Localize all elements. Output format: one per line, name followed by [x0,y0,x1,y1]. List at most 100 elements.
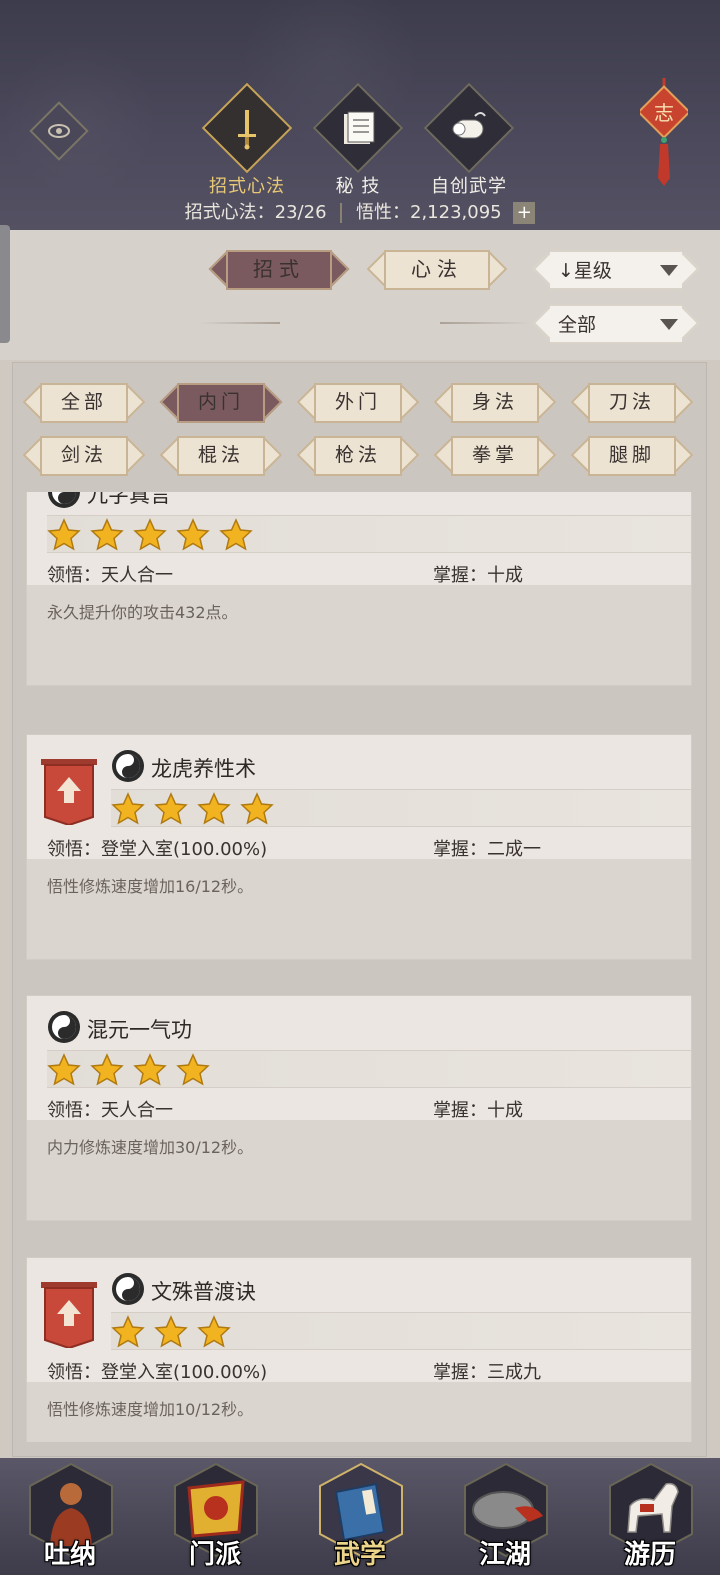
skill-description: 内力修炼速度增加30/12秒。 [47,1138,254,1157]
add-insight-button[interactable]: + [513,202,536,224]
star-icon [197,1315,231,1348]
category-label: 全部 [60,391,107,413]
chevron-down-icon [660,265,678,276]
skill-card[interactable]: 文殊普渡诀 领悟：登堂入室(100.00%) 掌握：三成九 悟性修炼速度增加10… [26,1257,692,1442]
nav-sect[interactable]: 门派 [165,1458,265,1575]
star-icon [47,518,81,551]
category-label: 枪法 [334,444,381,466]
nav-label: 江湖 [478,1540,531,1570]
star-icon [219,518,253,551]
category-inner[interactable]: 内门 [159,383,283,423]
category-blade[interactable]: 刀法 [570,383,694,423]
upgrade-banner-icon[interactable] [41,1282,97,1348]
category-outer[interactable]: 外门 [296,383,420,423]
moves-count: 招式心法：23/26 [184,202,327,223]
category-label: 刀法 [608,391,655,413]
star-rating [47,1050,691,1088]
star-icon [133,518,167,551]
star-icon [133,1053,167,1086]
category-movement[interactable]: 身法 [433,383,557,423]
star-icon [154,1315,188,1348]
tab-self-created[interactable]: 自创武学 [423,82,515,198]
skill-description: 悟性修炼速度增加16/12秒。 [47,877,254,896]
nav-breathing[interactable]: 吐纳 [20,1458,120,1575]
category-label: 棍法 [197,444,244,466]
comprehension-label: 领悟：登堂入室(100.00%) [47,839,268,860]
star-icon [47,1053,81,1086]
skill-name: 九字真言 [87,492,171,507]
tab-label: 招式心法 [209,176,285,197]
chinese-knot-icon[interactable]: 志 [640,78,688,188]
comprehension-label: 领悟：天人合一 [47,565,173,586]
side-handle[interactable] [0,225,10,343]
star-rating [111,1312,691,1350]
mastery-label: 掌握：十成 [433,565,523,586]
stats-line: 招式心法：23/26 悟性：2,123,095 + [0,198,720,224]
ornament-divider [200,322,280,324]
category-label: 外门 [334,391,381,413]
header-bar: 招式心法 秘 技 自创武学 志 招式心法：23/26 悟性：2,123,095 … [0,0,720,230]
nav-label: 吐纳 [43,1540,96,1570]
filter-dropdown[interactable]: 全部 [532,304,700,344]
yin-yang-icon [112,1273,144,1305]
comprehension-label: 领悟：天人合一 [47,1100,173,1121]
category-fist-palm[interactable]: 拳掌 [433,436,557,476]
skill-list[interactable]: 九字真言 领悟：天人合一 掌握：十成 永久提升你的攻击432点。 龙虎养性术 领… [26,492,692,1442]
star-icon [176,1053,210,1086]
ornament-divider [440,322,530,324]
category-spear[interactable]: 枪法 [296,436,420,476]
mastery-label: 掌握：二成一 [433,839,541,860]
tab-label: 秘 技 [335,176,381,197]
category-label: 腿脚 [608,444,655,466]
star-icon [240,792,274,825]
nav-travel[interactable]: 游历 [600,1458,700,1575]
category-label: 内门 [197,391,244,413]
scroll-icon [423,82,515,174]
mastery-label: 掌握：十成 [433,1100,523,1121]
skill-card[interactable]: 龙虎养性术 领悟：登堂入室(100.00%) 掌握：二成一 悟性修炼速度增加16… [26,734,692,960]
divider [340,203,343,223]
category-sword[interactable]: 剑法 [22,436,146,476]
knot-character: 志 [654,101,674,125]
eye-icon [48,124,70,138]
category-staff[interactable]: 棍法 [159,436,283,476]
upgrade-banner-icon[interactable] [41,759,97,825]
comprehension-label: 领悟：登堂入室(100.00%) [47,1362,268,1383]
skill-name: 混元一气功 [87,1018,192,1042]
sort-dropdown-value: ↓星级 [558,260,612,282]
category-label: 剑法 [60,444,107,466]
insight-value: 悟性：2,123,095 [356,202,502,223]
nav-martial-arts[interactable]: 武学 [310,1458,410,1575]
sort-dropdown[interactable]: ↓星级 [532,250,700,290]
mastery-label: 掌握：三成九 [433,1362,541,1383]
sword-icon [201,82,293,174]
tab-moves-label: 招式 [253,257,305,281]
tab-moves-methods[interactable]: 招式心法 [201,82,293,198]
tab-methods-label: 心法 [411,257,463,281]
nav-label: 武学 [333,1540,386,1570]
star-icon [90,1053,124,1086]
nav-label: 游历 [623,1540,676,1570]
star-icon [90,518,124,551]
skill-name: 文殊普渡诀 [151,1280,256,1304]
skill-name: 龙虎养性术 [151,757,256,781]
bottom-nav: 吐纳 门派 武学 江湖 游历 [0,1458,720,1575]
category-leg[interactable]: 腿脚 [570,436,694,476]
tab-methods[interactable]: 心法 [366,250,508,290]
skill-description: 永久提升你的攻击432点。 [47,603,238,622]
tab-moves[interactable]: 招式 [208,250,350,290]
star-icon [111,792,145,825]
nav-jianghu[interactable]: 江湖 [455,1458,555,1575]
skill-card[interactable]: 混元一气功 领悟：天人合一 掌握：十成 内力修炼速度增加30/12秒。 [26,995,692,1221]
category-label: 身法 [471,391,518,413]
star-icon [176,518,210,551]
yin-yang-icon [112,750,144,782]
yin-yang-icon [48,492,80,508]
yin-yang-icon [48,1011,80,1043]
eye-toggle-button[interactable] [29,101,89,161]
star-icon [197,792,231,825]
category-all[interactable]: 全部 [22,383,146,423]
star-rating [47,515,691,553]
skill-card[interactable]: 九字真言 领悟：天人合一 掌握：十成 永久提升你的攻击432点。 [26,492,692,686]
tab-secret-skills[interactable]: 秘 技 [312,82,404,198]
